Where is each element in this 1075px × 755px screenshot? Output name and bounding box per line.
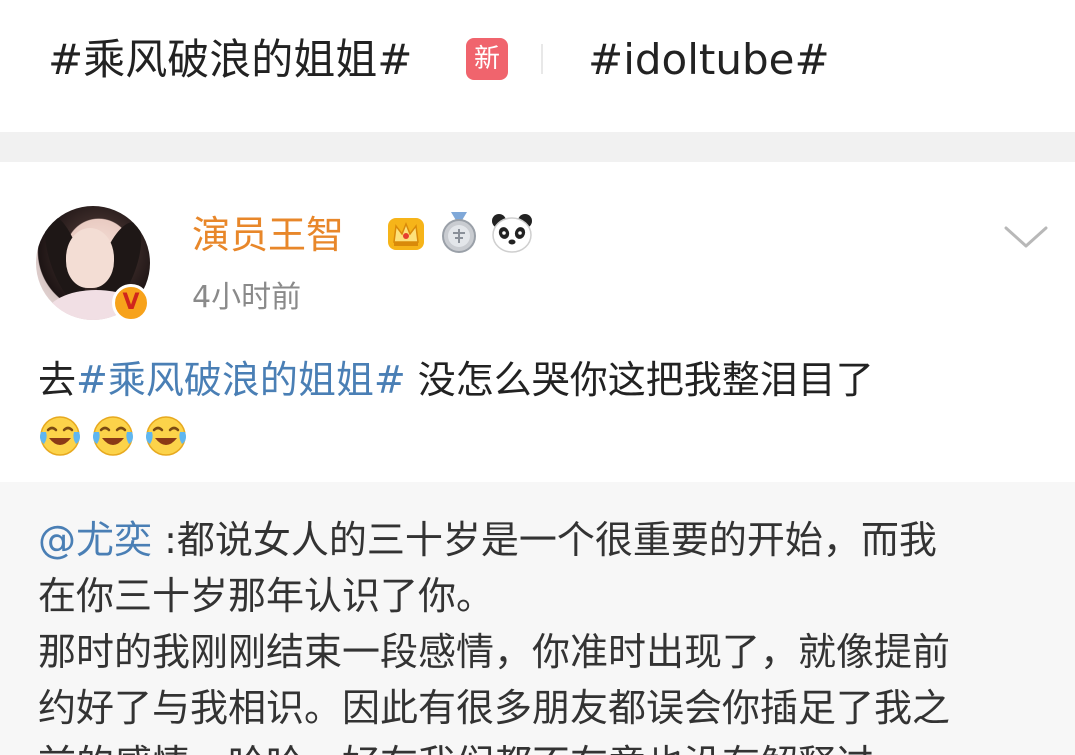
weibo-post-screen: #乘风破浪的姐姐# 新 #idoltube# V 演员王智 4小时前 去#乘风破… [0,0,1075,755]
medal-icon[interactable] [440,210,478,254]
post-text-prefix: 去 [38,358,77,402]
topic-link-idoltube[interactable]: #idoltube# [588,34,830,86]
post-card: V 演员王智 4小时前 去#乘风破浪的姐姐# 没怎么哭你这把我整泪目了 @尤奕 … [0,162,1075,755]
post-hashtag-link[interactable]: #乘风破浪的姐姐# [76,358,406,402]
topic-link-chengfeng[interactable]: #乘风破浪的姐姐# [48,34,412,86]
repost-mention-link[interactable]: @尤奕 [38,518,152,562]
repost-line: 约好了与我相识。因此有很多朋友都误会你插足了我之 [38,686,951,730]
section-divider [0,132,1075,162]
verified-badge-icon: V [112,284,150,322]
repost-block[interactable]: @尤奕 :都说女人的三十岁是一个很重要的开始，而我 在你三十岁那年认识了你。 那… [0,482,1075,755]
repost-line: @尤奕 :都说女人的三十岁是一个很重要的开始，而我 [38,512,937,568]
laugh-cry-emoji-icon [93,416,134,456]
topic-bar: #乘风破浪的姐姐# 新 #idoltube# [0,0,1075,132]
topic-divider [541,44,543,74]
new-badge: 新 [466,38,508,80]
crown-icon[interactable] [386,214,426,254]
panda-icon[interactable] [490,212,534,254]
repost-line: 在你三十岁那年认识了你。 [38,574,495,618]
emoji-row [38,414,192,460]
laugh-cry-emoji-icon [146,416,187,456]
repost-line1-text: :都说女人的三十岁是一个很重要的开始，而我 [152,518,937,562]
repost-line: 那时的我刚刚结束一段感情，你准时出现了，就像提前 [38,630,951,674]
repost-line: 前的感情，哈哈，好在我们都不在意也没有解释过。 [38,736,912,755]
post-timestamp: 4小时前 [192,280,302,315]
post-text: 去#乘风破浪的姐姐# 没怎么哭你这把我整泪目了 [38,354,1048,406]
username[interactable]: 演员王智 [192,212,344,258]
chevron-down-icon[interactable] [1002,222,1050,252]
avatar-face [66,228,114,288]
post-text-suffix: 没怎么哭你这把我整泪目了 [405,358,874,402]
laugh-cry-emoji-icon [40,416,80,456]
